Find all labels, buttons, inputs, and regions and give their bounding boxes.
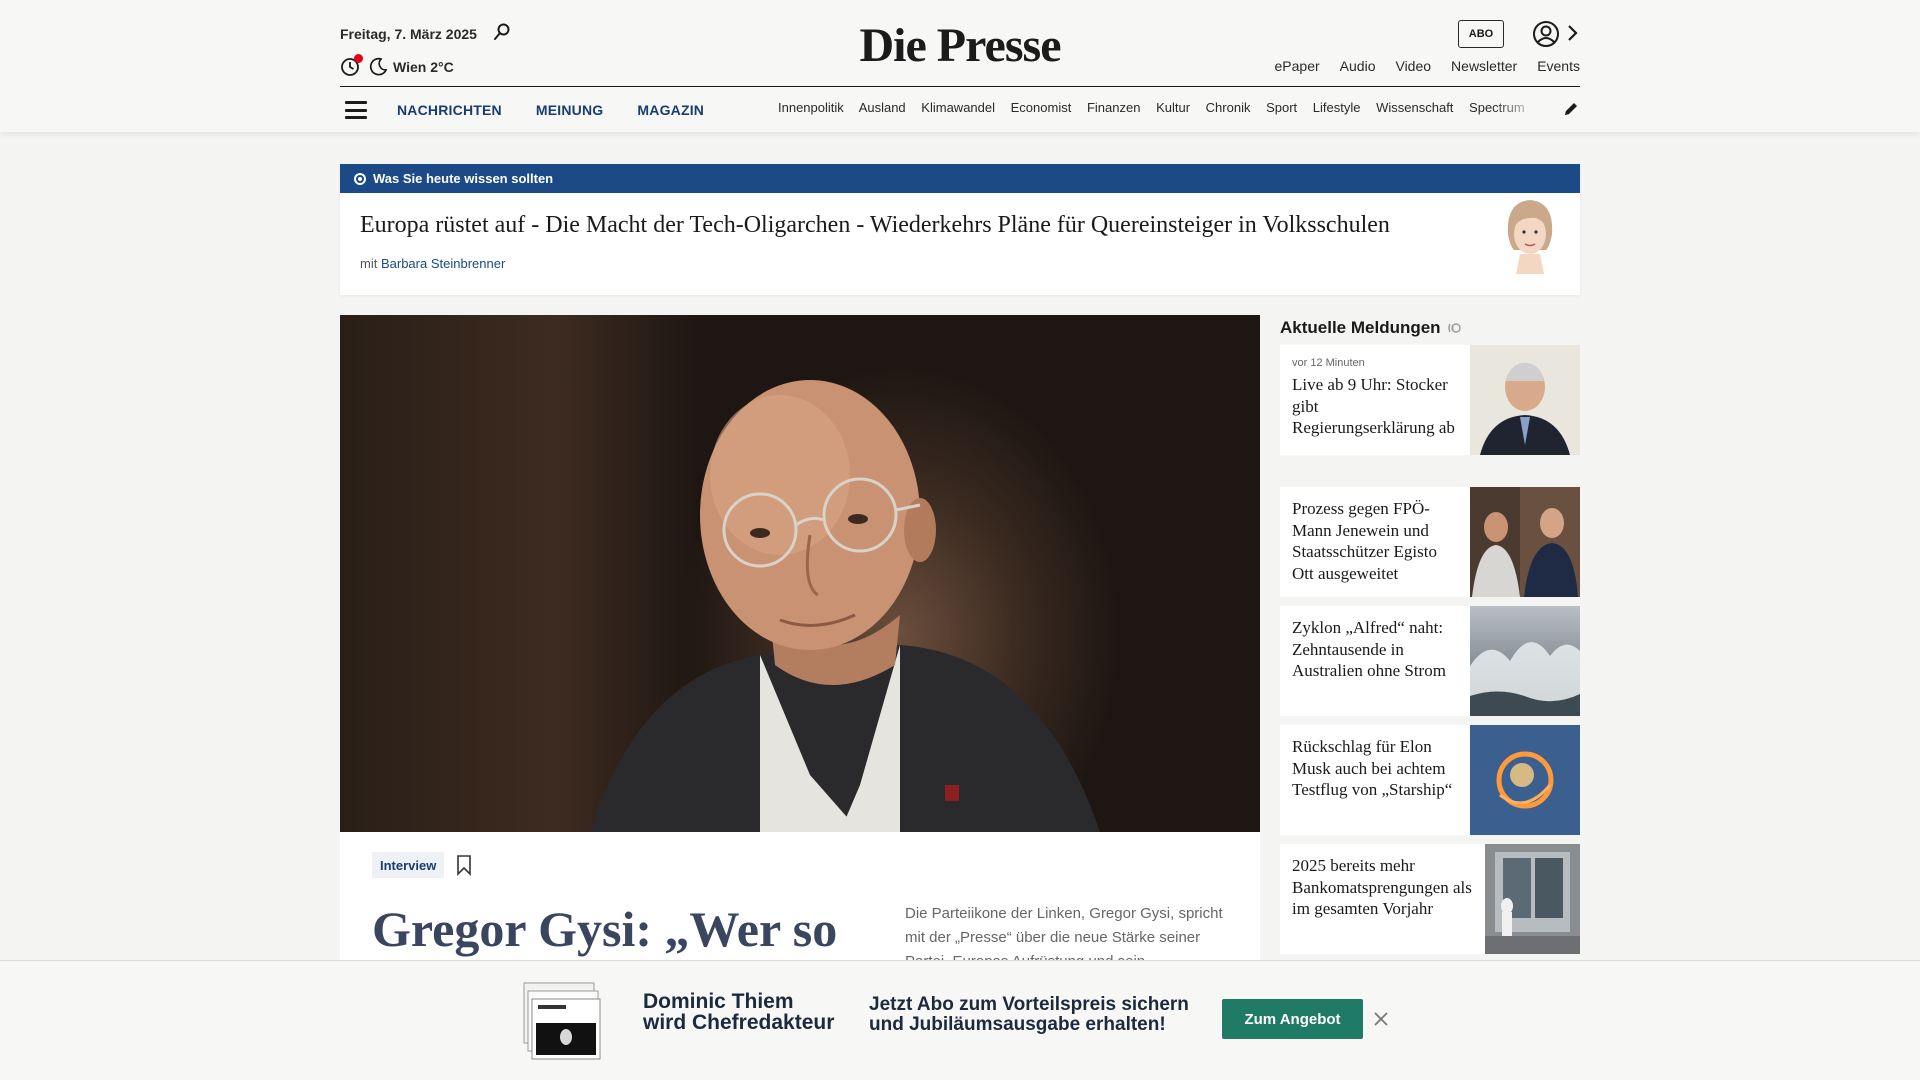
header-inner: Freitag, 7. März 2025 Wien 2°C Die Press… [340,0,1580,132]
subscription-promo-banner: Dominic Thiem wird Chefredakteur Jetzt A… [0,960,1920,1080]
radio-dot-icon [354,172,366,185]
briefing-label: Was Sie heute wissen sollten [373,171,554,186]
author-avatar [1507,200,1553,274]
news-thumbnail [1470,725,1580,835]
news-thumbnail [1470,487,1580,597]
topic-chronik[interactable]: Chronik [1206,100,1251,115]
top-link-video[interactable]: Video [1395,58,1431,74]
section-nav: NACHRICHTEN MEINUNG MAGAZIN [397,102,704,118]
news-headline: Prozess gegen FPÖ-Mann Jenewein und Staa… [1292,499,1437,583]
topic-kultur[interactable]: Kultur [1156,100,1190,115]
news-headline: Live ab 9 Uhr: Stocker gibt Regierungser… [1292,375,1455,437]
daily-briefing[interactable]: Was Sie heute wissen sollten Europa rüst… [340,164,1580,295]
topic-spectrum[interactable]: Spectrum [1469,100,1525,115]
topic-finanzen[interactable]: Finanzen [1087,100,1140,115]
promo-offer-text: Jetzt Abo zum Vorteilspreis sichern und … [869,995,1189,1035]
nav-meinung[interactable]: MEINUNG [536,102,604,118]
news-thumbnail [1470,345,1580,455]
menu-icon[interactable] [345,101,367,119]
news-item[interactable]: Zyklon „Alfred“ naht: Zehntausende in Au… [1280,606,1580,716]
news-item[interactable]: Prozess gegen FPÖ-Mann Jenewein und Staa… [1280,487,1580,597]
hero-image[interactable] [340,315,1260,832]
topic-wissenschaft[interactable]: Wissenschaft [1376,100,1453,115]
briefing-label-bar: Was Sie heute wissen sollten [340,164,1580,193]
article-headline[interactable]: Gregor Gysi: „Wer so [372,900,837,958]
article-tag[interactable]: Interview [372,852,445,878]
news-timestamp: vor 12 Minuten [1292,357,1365,369]
news-item[interactable]: Rückschlag für Elon Musk auch bei achtem… [1280,725,1580,835]
topic-nav: Innenpolitik Ausland Klimawandel Economi… [778,100,1540,115]
top-link-epaper[interactable]: ePaper [1275,58,1320,74]
promo-offer-line2: und Jubiläumsausgabe erhalten! [869,1014,1166,1035]
news-item-body: Rückschlag für Elon Musk auch bei achtem… [1280,725,1470,835]
news-headline: Zyklon „Alfred“ naht: Zehntausende in Au… [1292,618,1446,680]
news-headline: Rückschlag für Elon Musk auch bei achtem… [1292,737,1453,799]
newspaper-stack-image [523,982,601,1060]
news-item[interactable]: vor 12 Minuten Live ab 9 Uhr: Stocker gi… [1280,345,1580,455]
author-prefix: mit [360,256,378,271]
news-item-body: 2025 bereits mehr Bankomatsprengungen al… [1280,844,1485,954]
top-link-events[interactable]: Events [1537,58,1580,74]
news-item-body: vor 12 Minuten Live ab 9 Uhr: Stocker gi… [1280,345,1470,455]
header-divider [340,86,1580,87]
author-link[interactable]: Barbara Steinbrenner [381,256,505,271]
topic-lifestyle[interactable]: Lifestyle [1313,100,1361,115]
latest-news-heading: Aktuelle Meldungen [1280,318,1461,338]
news-item-body: Zyklon „Alfred“ naht: Zehntausende in Au… [1280,606,1470,716]
news-thumbnail [1485,844,1580,954]
promo-headline: Dominic Thiem wird Chefredakteur [643,991,834,1033]
news-thumbnail [1470,606,1580,716]
topic-innenpolitik[interactable]: Innenpolitik [778,100,844,115]
site-header: Freitag, 7. März 2025 Wien 2°C Die Press… [0,0,1920,132]
latest-news-title: Aktuelle Meldungen [1280,318,1441,337]
chevron-right-icon[interactable] [1566,22,1580,44]
main-navigation: NACHRICHTEN MEINUNG MAGAZIN Innenpolitik… [340,96,1580,124]
topic-economist[interactable]: Economist [1011,100,1072,115]
close-icon[interactable] [1373,1011,1389,1027]
user-icon[interactable] [1532,20,1560,48]
briefing-headline[interactable]: Europa rüstet auf - Die Macht der Tech-O… [360,212,1390,239]
promo-offer-line1: Jetzt Abo zum Vorteilspreis sichern [869,994,1189,1015]
news-headline: 2025 bereits mehr Bankomatsprengungen al… [1292,856,1472,918]
live-icon [1447,323,1461,333]
news-item[interactable]: 2025 bereits mehr Bankomatsprengungen al… [1280,844,1580,954]
topic-klimawandel[interactable]: Klimawandel [921,100,995,115]
top-links: ePaper Audio Video Newsletter Events [1275,58,1580,74]
news-item-body: Prozess gegen FPÖ-Mann Jenewein und Staa… [1280,487,1470,597]
abo-button[interactable]: ABO [1458,20,1504,48]
zum-angebot-button[interactable]: Zum Angebot [1222,999,1363,1039]
pencil-icon[interactable] [1562,100,1580,118]
briefing-author-line: mit Barbara Steinbrenner [360,256,505,271]
portrait-illustration [590,380,1100,832]
promo-name-line1: Dominic Thiem [643,990,794,1013]
promo-name-line2: wird Chefredakteur [643,1011,835,1034]
nav-magazin[interactable]: MAGAZIN [637,102,704,118]
top-link-newsletter[interactable]: Newsletter [1451,58,1517,74]
topic-ausland[interactable]: Ausland [859,100,906,115]
topic-sport[interactable]: Sport [1266,100,1297,115]
bookmark-icon[interactable] [456,854,472,876]
nav-nachrichten[interactable]: NACHRICHTEN [397,102,502,118]
top-link-audio[interactable]: Audio [1340,58,1376,74]
